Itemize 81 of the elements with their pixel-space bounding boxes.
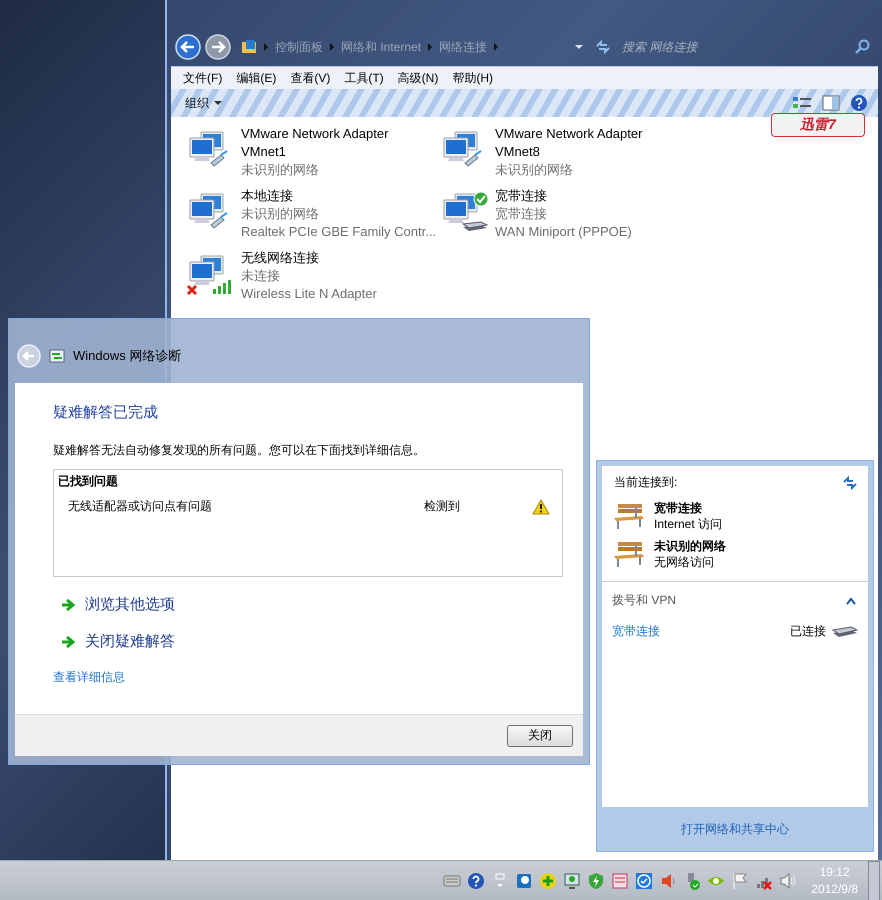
dialog-message: 疑难解答无法自动修复发现的所有问题。您可以在下面找到详细信息。 xyxy=(53,442,426,459)
bench-icon xyxy=(612,540,646,568)
menu-item[interactable]: 高级(N) xyxy=(392,68,444,88)
adapter-status: 宽带连接 xyxy=(495,205,548,223)
network-entry[interactable]: 宽带连接 Internet 访问 xyxy=(602,497,868,535)
adapter-name: VMware Network Adapter VMnet8 xyxy=(495,125,644,161)
dialog-heading: 疑难解答已完成 xyxy=(53,403,159,422)
organize-button[interactable]: 组织 xyxy=(185,94,223,112)
volume-icon[interactable] xyxy=(779,872,798,890)
clock-date: 2012/9/8 xyxy=(811,881,858,898)
refresh-icon xyxy=(842,474,858,490)
view-icon xyxy=(792,95,812,111)
connection-status: 已连接 xyxy=(790,623,826,640)
dropdown-icon xyxy=(574,44,584,50)
show-desktop-button[interactable] xyxy=(868,861,880,900)
speaker-icon[interactable] xyxy=(659,872,678,890)
adapter-name: 宽带连接 xyxy=(495,187,548,205)
network-adapter[interactable]: 宽带连接 宽带连接 WAN Miniport (PPPOE) xyxy=(441,187,695,249)
adapter-status: 未识别的网络 xyxy=(241,161,320,179)
network-adapter[interactable]: VMware Network Adapter VMnet1 未识别的网络 xyxy=(187,125,441,187)
network-access: 无网络访问 xyxy=(654,554,715,570)
flag-icon[interactable] xyxy=(731,872,750,890)
monitor-icon[interactable] xyxy=(563,872,582,890)
adapter-device: WAN Miniport (PPPOE) xyxy=(495,223,633,241)
warning-icon xyxy=(532,498,550,514)
details-link[interactable]: 查看详细信息 xyxy=(53,669,125,686)
menu-item[interactable]: 文件(F) xyxy=(177,68,228,88)
menu-item[interactable]: 编辑(E) xyxy=(230,68,282,88)
download-app-badge[interactable]: 迅雷7 xyxy=(771,113,865,137)
chevron-icon xyxy=(427,42,434,52)
search-icon xyxy=(854,39,870,55)
network-entry[interactable]: 未识别的网络 无网络访问 xyxy=(602,535,868,573)
network-adapter[interactable]: 无线网络连接 未连接 Wireless Lite N Adapter xyxy=(187,249,441,311)
dropdown-icon xyxy=(213,100,223,106)
menu-item[interactable]: 帮助(H) xyxy=(446,68,499,88)
help-icon xyxy=(850,94,868,112)
arrow-right-icon xyxy=(61,634,77,648)
clock-time: 19:12 xyxy=(820,864,850,881)
network-name: 未识别的网络 xyxy=(654,538,726,554)
bench-icon xyxy=(612,502,646,530)
modem-icon xyxy=(832,624,858,638)
adapter-name: 本地连接 xyxy=(241,187,294,205)
close-button[interactable]: 关闭 xyxy=(507,724,573,746)
network-adapter[interactable]: 本地连接 未识别的网络 Realtek PCIe GBE Family Contr... xyxy=(187,187,441,249)
adapter-status: 未连接 xyxy=(241,267,281,285)
flyout-header: 当前连接到: xyxy=(614,474,678,491)
search-field[interactable]: 搜索 网络连接 xyxy=(620,39,854,55)
adapter-name: VMware Network Adapter VMnet1 xyxy=(241,125,390,161)
preview-pane-icon xyxy=(822,95,840,111)
network-access: Internet 访问 xyxy=(654,516,722,532)
arrow-right-icon xyxy=(61,598,77,612)
shield-icon[interactable] xyxy=(587,872,606,890)
connection-link[interactable]: 宽带连接 xyxy=(612,623,790,640)
problems-title: 已找到问题 xyxy=(58,473,119,490)
network-center-link[interactable]: 打开网络和共享中心 xyxy=(681,807,789,846)
chevron-icon xyxy=(493,42,500,52)
network-adapter[interactable]: VMware Network Adapter VMnet8 未识别的网络 xyxy=(441,125,695,187)
adapter-status: 未识别的网络 xyxy=(241,205,320,223)
back-icon xyxy=(17,344,41,368)
problem-text: 无线适配器或访问点有问题 xyxy=(68,498,213,515)
adapter-device: Realtek PCIe GBE Family Contr... xyxy=(241,223,436,241)
folder-icon xyxy=(241,39,257,55)
window-title: Windows 网络诊断 xyxy=(73,347,182,365)
network-name: 宽带连接 xyxy=(654,500,703,516)
adapter-device: Wireless Lite N Adapter xyxy=(241,285,378,303)
network-diagnostic-icon xyxy=(49,349,65,363)
plus-circle-icon[interactable] xyxy=(539,872,558,890)
forward-icon xyxy=(205,34,231,60)
problem-status: 检测到 xyxy=(424,498,461,515)
refresh-icon xyxy=(594,38,612,56)
help-icon[interactable] xyxy=(467,872,486,890)
chevron-icon xyxy=(263,42,269,52)
back-icon xyxy=(175,34,201,60)
menu-item[interactable]: 工具(T) xyxy=(338,68,390,88)
option-link[interactable]: 关闭疑难解答 xyxy=(53,632,175,651)
menu-item[interactable]: 查看(V) xyxy=(284,68,336,88)
option-link[interactable]: 浏览其他选项 xyxy=(53,595,175,614)
adapter-status: 未识别的网络 xyxy=(495,161,574,179)
adapter-name: 无线网络连接 xyxy=(241,249,320,267)
chevron-icon xyxy=(329,42,335,52)
section-header[interactable]: 拨号和 VPN xyxy=(602,581,868,619)
